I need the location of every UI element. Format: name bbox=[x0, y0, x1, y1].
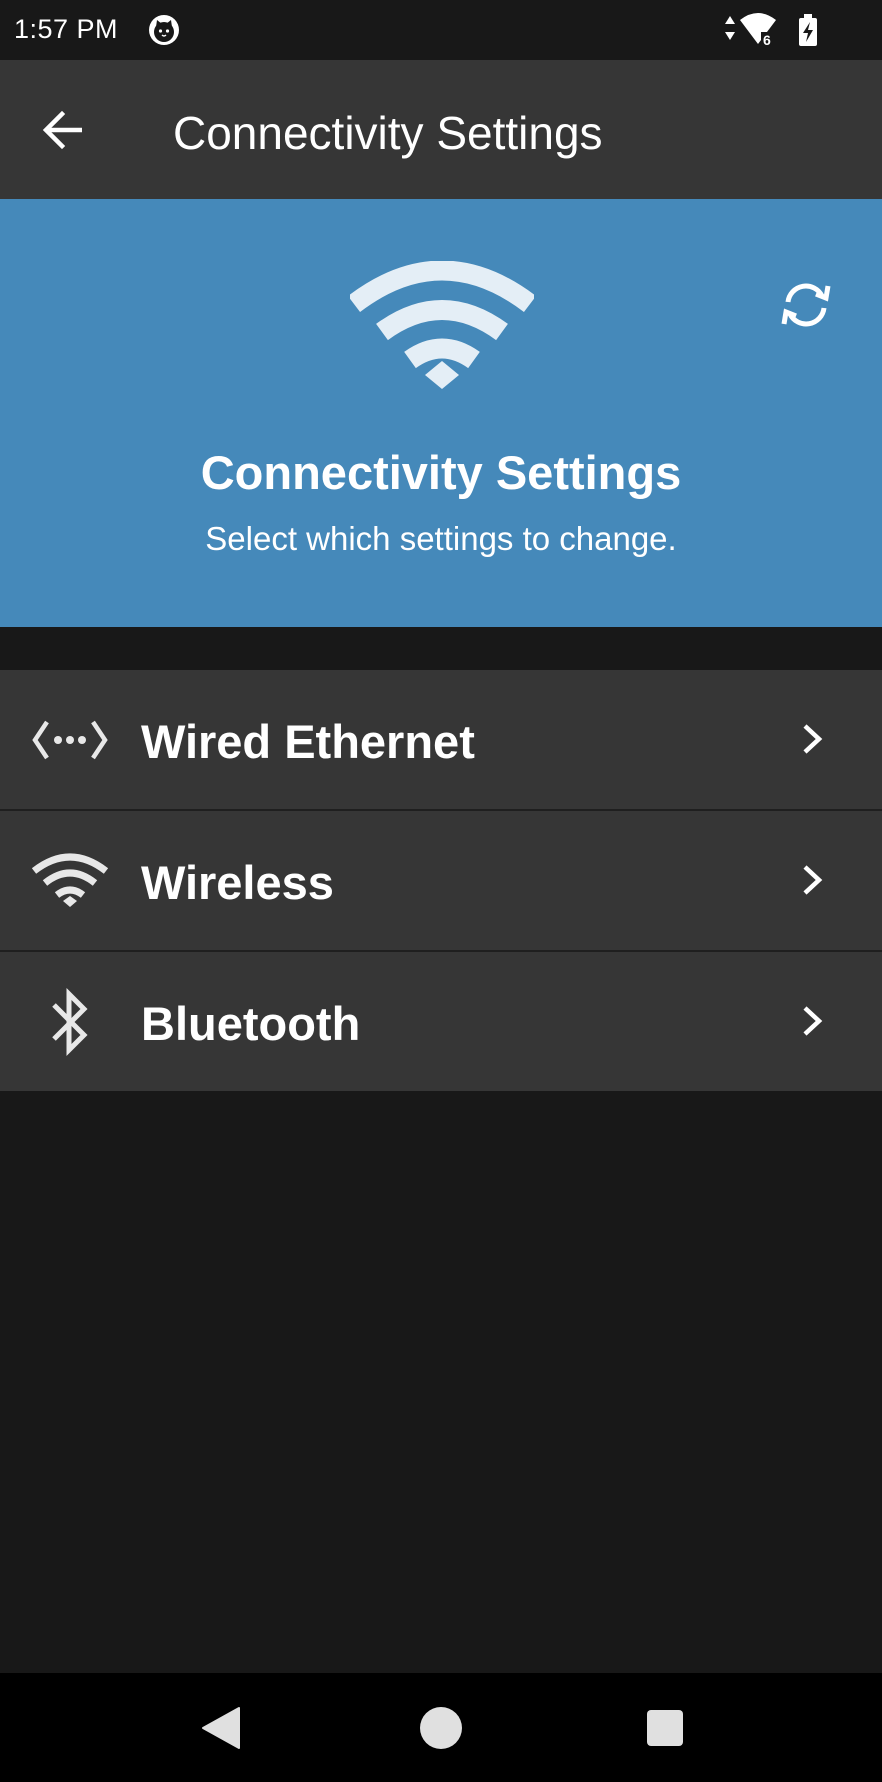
nav-recents-button[interactable] bbox=[630, 1693, 700, 1763]
refresh-icon bbox=[781, 283, 831, 327]
circle-home-icon bbox=[420, 1707, 462, 1749]
settings-menu: Wired Ethernet Wireless Bluetooth bbox=[0, 670, 882, 1091]
notification-cat-icon bbox=[149, 15, 179, 45]
page-title: Connectivity Settings bbox=[173, 107, 603, 159]
nav-back-button[interactable] bbox=[186, 1693, 256, 1763]
hero-banner: Connectivity Settings Select which setti… bbox=[0, 199, 882, 627]
wifi-icon bbox=[30, 845, 110, 917]
status-time: 1:57 PM bbox=[14, 14, 119, 44]
chevron-right-icon bbox=[796, 716, 830, 762]
square-recents-icon bbox=[647, 1710, 683, 1746]
menu-item-label: Wired Ethernet bbox=[141, 715, 475, 768]
data-arrows-icon bbox=[725, 16, 735, 40]
status-bar: 1:57 PM 6 bbox=[0, 0, 882, 60]
refresh-button[interactable] bbox=[776, 275, 836, 335]
wifi-signal-icon: 6 bbox=[740, 13, 777, 48]
triangle-back-icon bbox=[202, 1707, 240, 1749]
menu-item-label: Bluetooth bbox=[141, 997, 361, 1050]
hero-subtitle: Select which settings to change. bbox=[205, 520, 677, 557]
hero-title: Connectivity Settings bbox=[200, 446, 682, 499]
menu-item-bluetooth[interactable]: Bluetooth bbox=[0, 952, 882, 1091]
back-button[interactable] bbox=[30, 98, 94, 162]
chevron-right-icon bbox=[796, 998, 830, 1044]
status-icons: 6 bbox=[725, 13, 817, 48]
menu-item-wireless[interactable]: Wireless bbox=[0, 811, 882, 952]
battery-charging-icon bbox=[799, 14, 817, 46]
arrow-back-icon bbox=[42, 110, 82, 150]
wifi-hero-icon bbox=[350, 261, 534, 389]
system-nav-bar bbox=[0, 1673, 882, 1782]
menu-item-wired-ethernet[interactable]: Wired Ethernet bbox=[0, 670, 882, 811]
nav-home-button[interactable] bbox=[406, 1693, 476, 1763]
app-bar: Connectivity Settings bbox=[0, 60, 882, 199]
ethernet-icon bbox=[30, 704, 110, 776]
menu-item-label: Wireless bbox=[141, 856, 334, 909]
svg-text:6: 6 bbox=[763, 32, 771, 48]
bluetooth-icon bbox=[30, 986, 110, 1058]
chevron-right-icon bbox=[796, 857, 830, 903]
